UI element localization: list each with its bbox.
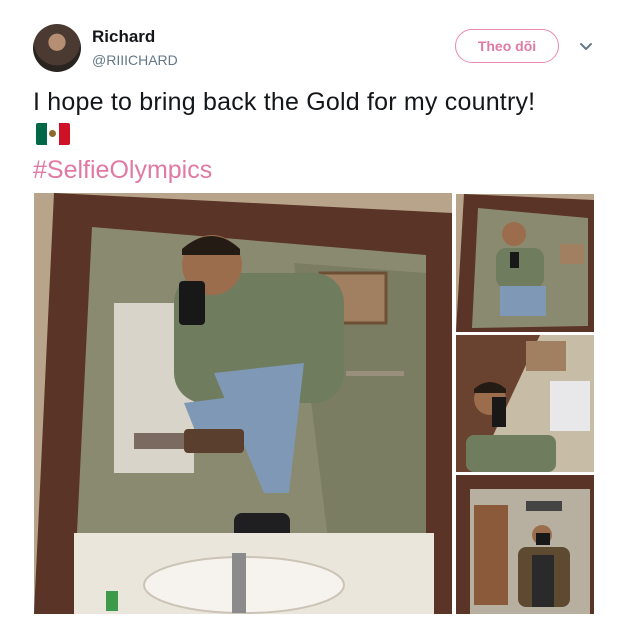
- user-handle[interactable]: @RIIICHARD: [92, 52, 178, 68]
- avatar[interactable]: [33, 24, 81, 72]
- tweet-text: I hope to bring back the Gold for my cou…: [33, 88, 536, 116]
- tweet-photo-4[interactable]: [456, 475, 594, 614]
- chevron-down-icon[interactable]: [576, 36, 596, 56]
- mexico-flag-icon: [36, 123, 70, 145]
- user-name[interactable]: Richard: [92, 27, 155, 47]
- follow-button[interactable]: Theo dõi: [455, 29, 559, 63]
- hashtag-link[interactable]: #SelfieOlympics: [33, 156, 212, 185]
- tweet-photo-3[interactable]: [456, 335, 594, 472]
- tweet-photo-main[interactable]: [34, 193, 452, 614]
- tweet-photo-2[interactable]: [456, 194, 594, 332]
